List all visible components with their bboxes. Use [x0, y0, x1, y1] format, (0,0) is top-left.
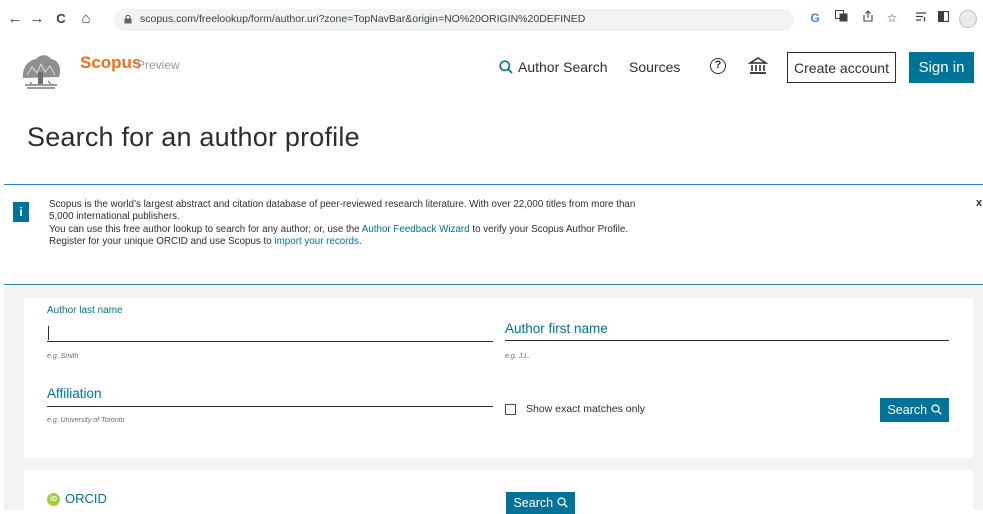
exact-match-checkbox[interactable]: [505, 404, 516, 415]
author-search-link[interactable]: Author Search: [499, 59, 608, 75]
banner-line-2: You can use this free author lookup to s…: [49, 223, 629, 235]
affiliation-input[interactable]: [47, 387, 493, 407]
first-name-input[interactable]: [505, 321, 949, 341]
search-icon: [556, 497, 568, 508]
info-banner: i Scopus is the world’s largest abstract…: [4, 184, 983, 285]
google-icon[interactable]: G: [807, 9, 823, 27]
exact-match-label[interactable]: Show exact matches only: [526, 403, 645, 415]
split-view-icon[interactable]: [935, 9, 951, 27]
sign-in-button[interactable]: Sign in: [909, 52, 974, 83]
text-caret: [48, 326, 49, 340]
orcid-search-button-label: Search: [513, 496, 554, 510]
search-button-label: Search: [887, 403, 928, 417]
sources-link[interactable]: Sources: [629, 59, 680, 75]
bookmark-star-icon[interactable]: ☆: [884, 9, 900, 27]
create-account-button[interactable]: Create account: [787, 52, 896, 83]
author-search-label: Author Search: [518, 59, 608, 75]
orcid-search-button[interactable]: Search: [506, 492, 575, 514]
back-arrow-icon[interactable]: ←: [6, 10, 24, 28]
search-icon: [499, 60, 513, 74]
lock-icon: [124, 15, 132, 24]
translate-icon[interactable]: [833, 9, 849, 27]
author-feedback-wizard-link[interactable]: Author Feedback Wizard: [362, 224, 470, 235]
orcid-icon: iD: [47, 493, 60, 506]
orcid-label: ORCID: [65, 491, 107, 506]
reading-list-icon[interactable]: [913, 9, 929, 27]
brand-name[interactable]: Scopus: [80, 53, 141, 73]
url-text: scopus.com/freelookup/form/author.uri?zo…: [140, 13, 586, 25]
import-records-link[interactable]: import your records: [274, 236, 358, 247]
elsevier-tree-logo-icon[interactable]: [18, 50, 64, 92]
banner-text: Scopus is the world’s largest abstract a…: [49, 199, 649, 249]
author-search-button[interactable]: Search: [880, 398, 949, 422]
last-name-hint: e.g. Smith: [47, 353, 79, 360]
home-icon[interactable]: ⌂: [77, 10, 95, 28]
profile-avatar-icon[interactable]: [959, 10, 977, 28]
help-icon[interactable]: ?: [710, 58, 726, 74]
affiliation-hint: e.g. University of Toronto: [47, 417, 125, 424]
banner-line-3: Register for your unique ORCID and use S…: [49, 236, 362, 248]
last-name-input[interactable]: [47, 322, 493, 342]
reload-icon[interactable]: C: [52, 10, 70, 28]
info-icon: i: [13, 202, 29, 222]
banner-line-1: Scopus is the world’s largest abstract a…: [49, 199, 636, 223]
page-title: Search for an author profile: [27, 122, 360, 152]
close-banner-icon[interactable]: x: [976, 197, 982, 209]
site-header: Scopus Preview Author Search Sources ? C…: [0, 38, 983, 100]
browser-toolbar: ← → C ⌂ scopus.com/freelookup/form/autho…: [0, 0, 983, 38]
search-icon: [930, 404, 942, 415]
last-name-label: Author last name: [47, 305, 123, 316]
institution-icon[interactable]: [748, 56, 768, 76]
first-name-hint: e.g. J.L.: [505, 353, 530, 360]
brand-subtitle: Preview: [137, 58, 180, 72]
address-bar[interactable]: scopus.com/freelookup/form/author.uri?zo…: [114, 9, 794, 31]
forward-arrow-icon[interactable]: →: [28, 10, 46, 28]
share-icon[interactable]: [860, 9, 876, 27]
orcid-search-form: [24, 470, 973, 510]
